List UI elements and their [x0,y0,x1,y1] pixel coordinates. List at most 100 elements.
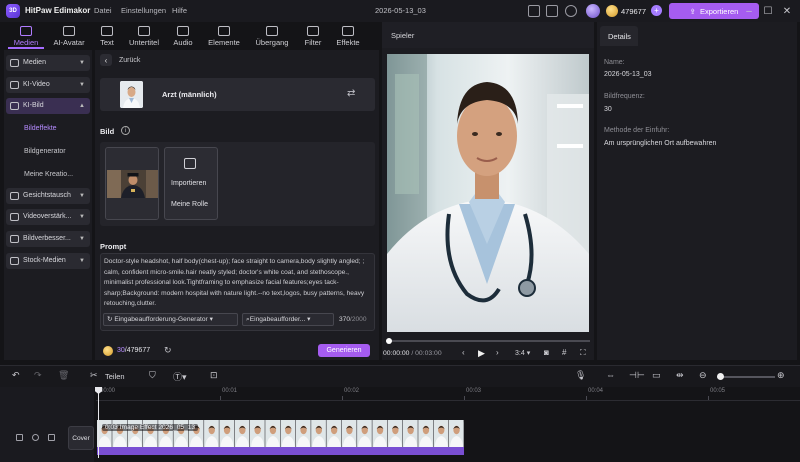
tab-ai-avatar[interactable]: AI-Avatar [47,22,91,50]
prompt-dropdown[interactable]: ⌕Eingabeaufforder... ▾ [242,313,334,326]
play-icon[interactable]: ▶ [478,348,485,359]
menu-datei[interactable]: Datei [94,6,112,15]
sidebar-item-stock-medien[interactable]: Stock-Medien ▼ [6,253,90,269]
tab-elemente[interactable]: Elemente [203,22,245,50]
redo-icon[interactable]: ↷ [34,370,42,381]
tab-label: Text [100,37,114,47]
track-visibility-icon[interactable] [32,434,39,441]
clip-frame [311,420,326,447]
clip-frame [265,420,280,447]
timeline-playhead[interactable] [98,388,99,458]
tab-text[interactable]: Text [94,22,120,50]
cover-button[interactable]: Cover [68,426,94,450]
track-audio-icon[interactable] [48,434,55,441]
scissors-icon[interactable]: ✂ [90,370,98,381]
clip-frame [433,420,449,447]
split-clip-icon[interactable]: ⊣⊢ [629,370,645,381]
name-label: Name: [604,59,625,66]
chevron-down-icon: ▼ [79,60,85,66]
tab-label: Untertitel [128,37,159,47]
tab-label: Effekte [336,37,360,47]
sidebar-item-bildverbesserer[interactable]: Bildverbesser... ▼ [6,231,90,247]
playback-scrubber[interactable] [386,340,590,342]
zoom-out-icon[interactable]: ⊖ [699,370,707,381]
maximize-icon[interactable]: ☐ [761,4,775,18]
clip-frame [234,420,250,447]
refresh-icon[interactable]: ↻ [164,345,172,356]
delete-icon[interactable]: 🗑 [58,370,69,381]
back-button[interactable]: ‹ [100,54,112,66]
zoom-slider[interactable] [717,376,775,378]
cost-total: /479677 [124,347,151,354]
current-time: 00:00:00 [383,350,410,357]
info-icon[interactable]: i [121,126,130,135]
clip-frame [403,420,418,447]
clip-frame [204,420,219,447]
sidebar-subitem-bildeffekte[interactable]: Bildeffekte [24,125,57,132]
menu-einstellungen[interactable]: Einstellungen [121,6,166,15]
link-icon[interactable]: ⇔ [606,370,615,380]
sidebar-subitem-bildgenerator[interactable]: Bildgenerator [24,148,66,155]
zoom-in-icon[interactable]: ⊕ [777,370,785,381]
grid-icon[interactable]: # [562,348,566,357]
fullscreen-icon[interactable]: ⛶ [580,348,586,358]
next-frame-icon[interactable]: › [496,348,499,357]
clip-frame [250,420,265,447]
screenshot-icon[interactable]: ◙ [544,348,549,357]
sidebar-item-label: Medien [23,59,46,66]
split-label[interactable]: Teilen [105,372,125,381]
tab-uebergang[interactable]: Übergang [248,22,296,50]
effect-thumbnail[interactable] [105,147,159,220]
user-avatar[interactable] [586,4,600,18]
tab-audio[interactable]: Audio [168,22,198,50]
playhead-handle[interactable] [386,338,392,344]
filter-icon [307,25,319,36]
undo-icon[interactable]: ↶ [12,370,20,381]
video-preview[interactable] [387,54,589,332]
sidebar-item-label: Videoverstärk... [23,213,72,220]
track-lock-icon[interactable] [16,434,23,441]
chevron-down-icon: ▼ [79,236,85,242]
microphone-icon[interactable]: 🎙 [575,370,586,381]
tab-filter[interactable]: Filter [298,22,328,50]
my-role-label: Meine Rolle [171,201,208,208]
text-tool-icon[interactable]: Ⓣ▾ [173,370,187,383]
add-image-icon [184,158,196,169]
previous-frame-icon[interactable]: ‹ [462,348,465,357]
role-name: Arzt (männlich) [162,90,217,99]
swap-icon[interactable]: ⇄ [347,88,355,99]
clip-frame [295,420,311,447]
back-label[interactable]: Zurück [119,57,140,64]
arrange-icon[interactable]: ⇹ [676,370,684,381]
tab-untertitel[interactable]: Untertitel [124,22,164,50]
layout-icon[interactable] [528,5,540,17]
sidebar-subitem-meine-kreationen[interactable]: Meine Kreatio... [24,171,73,178]
prompt-generator-dropdown[interactable]: ↻ Eingabeaufforderung-Generator ▾ [103,313,238,326]
sidebar-item-ki-video[interactable]: KI-Video ▼ [6,77,90,93]
sidebar-item-videoverstaerker[interactable]: Videoverstärk... ▼ [6,209,90,225]
minimize-icon[interactable]: – [742,4,756,18]
shield-icon[interactable]: ⛉ [149,370,156,381]
crop-icon[interactable]: ⊡ [210,370,218,381]
close-icon[interactable]: ✕ [780,4,794,18]
menu-hilfe[interactable]: Hilfe [172,6,187,15]
chevron-down-icon: ▾ [209,316,213,323]
clip-frame [326,420,342,447]
tab-medien[interactable]: Medien [8,22,44,50]
sidebar-item-ki-bild[interactable]: KI-Bild ▲ [6,98,90,114]
export-icon: ⇪ [689,6,696,16]
sidebar-item-gesichtstausch[interactable]: Gesichtstausch ▼ [6,188,90,204]
add-credits-button[interactable]: + [651,5,662,16]
zoom-slider-handle[interactable] [716,373,724,380]
aspect-ratio-dropdown[interactable]: 3:4 ▾ [515,349,530,357]
feedback-icon[interactable] [546,5,558,17]
fit-icon[interactable]: ▭ [652,370,661,381]
ai-video-icon [10,81,19,89]
generate-button[interactable]: Generieren [318,344,370,357]
sidebar-item-medien[interactable]: Medien ▼ [6,55,90,71]
download-icon[interactable] [565,5,577,17]
tab-effekte[interactable]: Effekte [330,22,366,50]
sparkle-icon: ↻ [107,316,113,323]
toolbar: Medien AI-Avatar Text Untertitel Audio E… [4,22,378,50]
folder-icon [10,59,19,67]
